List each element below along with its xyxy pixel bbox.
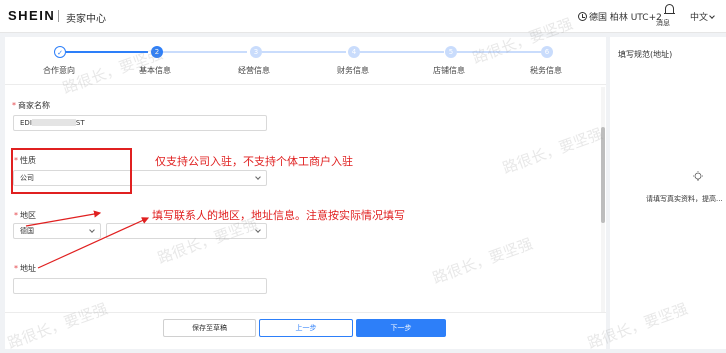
chevron-down-icon — [709, 13, 715, 19]
app-root: SHEIN 卖家中心 德国 柏林 UTC+2 消息 中文 ✓ 2 3 4 5 6… — [0, 0, 726, 353]
guideline-tip: 请填写真实资料，提高... — [646, 195, 723, 203]
language-selector[interactable]: 中文 — [690, 10, 715, 23]
timezone-selector[interactable]: 德国 柏林 UTC+2 — [578, 10, 662, 23]
address-label: * 地址 — [14, 264, 36, 273]
step-connector — [163, 51, 247, 53]
guideline-title: 填写规范(地址) — [618, 50, 673, 59]
nature-highlight-box — [11, 148, 132, 194]
chevron-down-icon — [89, 227, 95, 233]
step-4-circle: 4 — [348, 46, 360, 58]
language-label: 中文 — [690, 13, 709, 23]
region-label: * 地区 — [14, 211, 36, 220]
step-5-circle: 5 — [445, 46, 457, 58]
save-draft-button[interactable]: 保存至草稿 — [163, 319, 256, 337]
chevron-down-icon — [255, 174, 261, 180]
step-6-circle: 6 — [541, 46, 553, 58]
form-scrollbar[interactable] — [601, 87, 605, 347]
merchant-name-label: * 商家名称 — [12, 101, 50, 110]
step-3-circle: 3 — [250, 46, 262, 58]
lightbulb-icon — [693, 171, 703, 181]
bell-icon[interactable] — [662, 4, 676, 14]
step-6-label: 税务信息 — [530, 66, 562, 75]
clock-icon — [578, 12, 587, 21]
region-country-select[interactable]: 德国 — [13, 223, 101, 239]
redacted-text — [31, 119, 76, 126]
step-5-label: 店铺信息 — [433, 66, 465, 75]
step-connector — [360, 51, 444, 53]
step-connector — [262, 51, 346, 53]
step-1-circle[interactable]: ✓ — [54, 46, 66, 58]
timezone-label: 德国 柏林 UTC+2 — [589, 13, 662, 23]
merchant-name-input[interactable]: EDI ST — [13, 115, 267, 131]
shein-logo[interactable]: SHEIN — [8, 8, 55, 23]
nature-annotation: 仅支持公司入驻，不支持个体工商户入驻 — [155, 155, 353, 168]
step-3-label: 经营信息 — [238, 66, 270, 75]
logo-divider — [58, 10, 59, 22]
region-annotation: 填写联系人的地区，地址信息。注意按实际情况填写 — [152, 209, 405, 222]
next-step-button[interactable]: 下一步 — [356, 319, 446, 337]
top-bar: SHEIN 卖家中心 德国 柏林 UTC+2 消息 中文 — [0, 0, 726, 33]
notifications-label[interactable]: 消息 — [656, 18, 670, 28]
previous-step-button[interactable]: 上一步 — [259, 319, 353, 337]
address-input[interactable] — [13, 278, 267, 294]
seller-center-title: 卖家中心 — [66, 14, 106, 25]
step-4-label: 财务信息 — [337, 66, 369, 75]
